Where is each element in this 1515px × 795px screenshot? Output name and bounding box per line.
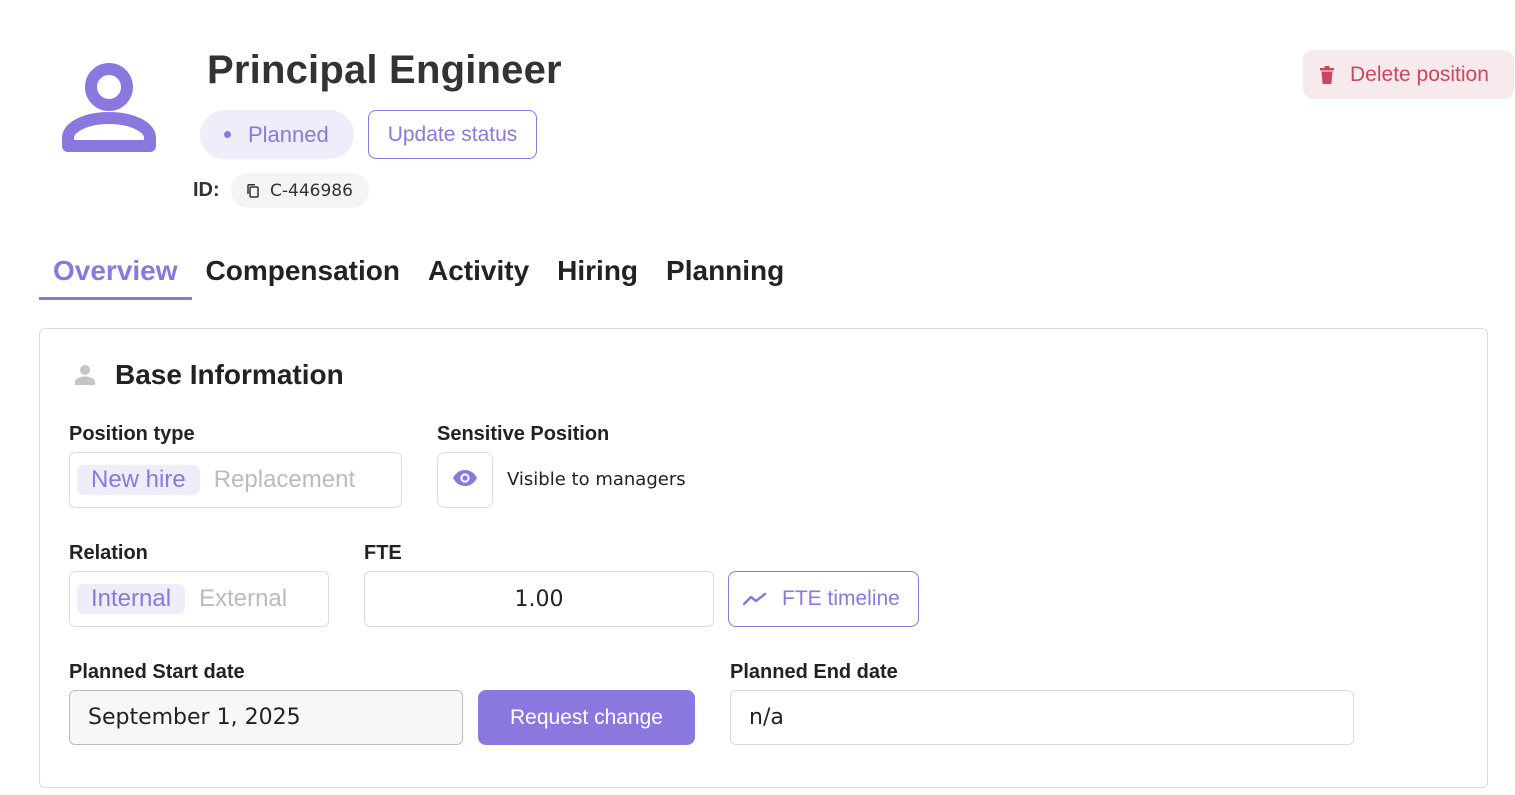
relation-toggle: Internal External: [69, 571, 329, 627]
delete-position-label: Delete position: [1350, 62, 1489, 86]
planned-end-date-label: Planned End date: [730, 661, 898, 683]
id-chip[interactable]: C-446986: [231, 173, 369, 208]
fte-label: FTE: [364, 542, 402, 564]
planned-end-date-field[interactable]: n/a: [730, 690, 1354, 745]
position-type-label: Position type: [69, 423, 195, 445]
status-badge: Planned: [200, 110, 354, 159]
tab-overview[interactable]: Overview: [39, 246, 192, 300]
card-title: Base Information: [115, 359, 344, 390]
tab-hiring[interactable]: Hiring: [543, 246, 652, 300]
base-information-card: Base Information Position type New hire …: [39, 328, 1488, 788]
position-type-toggle: New hire Replacement: [69, 452, 402, 508]
delete-position-button[interactable]: Delete position: [1303, 50, 1514, 99]
tab-compensation[interactable]: Compensation: [192, 246, 414, 300]
position-type-replacement[interactable]: Replacement: [200, 465, 369, 495]
planned-start-date-label: Planned Start date: [69, 661, 245, 683]
trash-icon: [1320, 65, 1334, 84]
tab-activity[interactable]: Activity: [414, 246, 543, 300]
copy-icon[interactable]: [245, 183, 261, 199]
eye-icon: [452, 469, 478, 492]
request-change-button[interactable]: Request change: [478, 690, 695, 745]
card-header: Base Information: [74, 359, 344, 391]
tab-planning[interactable]: Planning: [652, 246, 798, 300]
relation-external[interactable]: External: [185, 584, 301, 614]
sensitive-position-label: Sensitive Position: [437, 423, 610, 445]
tab-bar: Overview Compensation Activity Hiring Pl…: [39, 246, 798, 300]
fte-timeline-label: FTE timeline: [782, 587, 900, 610]
person-icon: [74, 364, 96, 386]
id-label: ID:: [193, 179, 220, 201]
page-title: Principal Engineer: [207, 48, 562, 92]
position-avatar-icon: [56, 58, 164, 162]
id-value: C-446986: [270, 180, 353, 201]
status-dot: [224, 131, 231, 138]
relation-label: Relation: [69, 542, 148, 564]
visibility-text: Visible to managers: [507, 469, 686, 490]
trending-up-icon: [743, 592, 767, 606]
visibility-toggle-button[interactable]: [437, 452, 493, 508]
fte-timeline-button[interactable]: FTE timeline: [728, 571, 919, 627]
relation-internal[interactable]: Internal: [77, 584, 186, 614]
position-type-new-hire[interactable]: New hire: [77, 465, 200, 495]
update-status-button[interactable]: Update status: [368, 110, 537, 159]
fte-input[interactable]: 1.00: [364, 571, 714, 627]
status-label: Planned: [248, 121, 329, 147]
planned-start-date-field: September 1, 2025: [69, 690, 463, 745]
